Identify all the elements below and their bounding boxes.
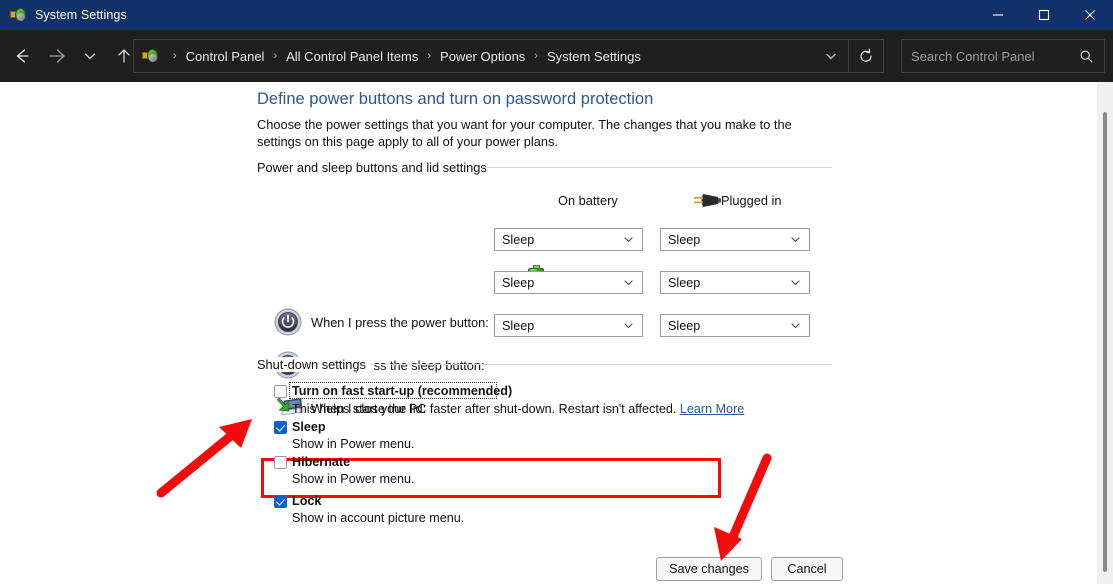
power-button-on-battery-dropdown[interactable]: Sleep xyxy=(494,228,643,251)
power-button-plugged-in-value: Sleep xyxy=(668,232,701,247)
column-header-on-battery: On battery xyxy=(558,193,618,208)
power-plug-icon xyxy=(692,190,722,210)
address-bar-actions xyxy=(814,40,883,72)
learn-more-link[interactable]: Learn More xyxy=(680,402,744,416)
sleep-option-description: Show in Power menu. xyxy=(292,437,415,451)
minimize-icon[interactable] xyxy=(975,0,1021,30)
window-title: System Settings xyxy=(35,8,127,22)
fast-startup-label[interactable]: Turn on fast start-up (recommended) xyxy=(292,384,512,398)
lock-option-label[interactable]: Lock xyxy=(292,494,321,508)
sleep-button-on-battery-value: Sleep xyxy=(502,275,535,290)
fast-startup-description-text: This helps start your PC faster after sh… xyxy=(292,402,677,416)
page-title: Define power buttons and turn on passwor… xyxy=(257,90,654,108)
page-description: Choose the power settings that you want … xyxy=(257,117,792,149)
breadcrumb-separator: › xyxy=(534,50,538,62)
system-settings-window: System Settings › Control Panel › All Co… xyxy=(0,0,1113,584)
search-input[interactable]: Search Control Panel xyxy=(911,49,1035,64)
chevron-down-icon[interactable] xyxy=(790,234,801,245)
close-lid-on-battery-dropdown[interactable]: Sleep xyxy=(494,314,643,337)
close-lid-plugged-in-value: Sleep xyxy=(668,318,701,333)
back-arrow-icon[interactable] xyxy=(5,39,39,73)
power-button-icon xyxy=(274,308,302,336)
address-history-chevron-down-icon[interactable] xyxy=(814,40,848,72)
lock-option-description: Show in account picture menu. xyxy=(292,511,465,525)
fast-startup-checkbox[interactable] xyxy=(274,385,287,398)
hibernate-option-description: Show in Power menu. xyxy=(292,472,415,486)
power-section-heading: Power and sleep buttons and lid settings xyxy=(257,160,494,175)
breadcrumb-item-system-settings[interactable]: System Settings xyxy=(545,49,643,64)
breadcrumb-item-all-control-panel-items[interactable]: All Control Panel Items xyxy=(284,49,420,64)
shutdown-section-heading: Shut-down settings xyxy=(257,357,373,372)
sleep-button-plugged-in-value: Sleep xyxy=(668,275,701,290)
shutdown-section-rule xyxy=(370,364,832,365)
column-header-plugged-in: Plugged in xyxy=(721,193,782,208)
cancel-button[interactable]: Cancel xyxy=(771,557,843,581)
row-label-power-button: When I press the power button: xyxy=(311,315,489,330)
vertical-scrollbar-thumb[interactable] xyxy=(1103,112,1107,572)
hibernate-option-checkbox[interactable] xyxy=(274,456,287,469)
breadcrumb-separator: › xyxy=(427,50,432,62)
chevron-down-icon[interactable] xyxy=(790,277,801,288)
chevron-down-icon[interactable] xyxy=(790,320,801,331)
sleep-option-checkbox[interactable] xyxy=(274,421,287,434)
chevron-down-icon[interactable] xyxy=(623,320,634,331)
title-bar: System Settings xyxy=(0,0,1113,30)
recent-locations-chevron-down-icon[interactable] xyxy=(73,39,107,73)
address-bar[interactable]: › Control Panel › All Control Panel Item… xyxy=(133,39,884,73)
power-button-on-battery-value: Sleep xyxy=(502,232,535,247)
power-section-rule xyxy=(482,167,832,168)
forward-arrow-icon[interactable] xyxy=(39,39,73,73)
breadcrumb-item-control-panel[interactable]: Control Panel xyxy=(184,49,267,64)
breadcrumb-item-power-options[interactable]: Power Options xyxy=(438,49,527,64)
power-options-icon xyxy=(10,7,26,23)
window-controls xyxy=(975,0,1113,30)
sleep-button-plugged-in-dropdown[interactable]: Sleep xyxy=(660,271,810,294)
maximize-icon[interactable] xyxy=(1021,0,1067,30)
search-icon[interactable] xyxy=(1079,49,1094,64)
search-control-panel-box[interactable]: Search Control Panel xyxy=(901,39,1105,73)
hibernate-option-label[interactable]: Hibernate xyxy=(292,455,350,469)
close-lid-plugged-in-dropdown[interactable]: Sleep xyxy=(660,314,810,337)
sleep-button-on-battery-dropdown[interactable]: Sleep xyxy=(494,271,643,294)
content-area: Define power buttons and turn on passwor… xyxy=(0,82,1113,584)
close-lid-on-battery-value: Sleep xyxy=(502,318,535,333)
breadcrumb-separator: › xyxy=(273,50,278,62)
breadcrumb-power-options-icon xyxy=(142,48,158,64)
refresh-icon[interactable] xyxy=(849,40,883,72)
chevron-down-icon[interactable] xyxy=(623,277,634,288)
breadcrumb-separator: › xyxy=(173,50,177,62)
save-changes-button[interactable]: Save changes xyxy=(656,557,762,581)
chevron-down-icon[interactable] xyxy=(623,234,634,245)
close-icon[interactable] xyxy=(1067,0,1113,30)
lock-option-checkbox[interactable] xyxy=(274,495,287,508)
fast-startup-description: This helps start your PC faster after sh… xyxy=(292,402,744,416)
sleep-option-label[interactable]: Sleep xyxy=(292,420,326,434)
power-button-plugged-in-dropdown[interactable]: Sleep xyxy=(660,228,810,251)
